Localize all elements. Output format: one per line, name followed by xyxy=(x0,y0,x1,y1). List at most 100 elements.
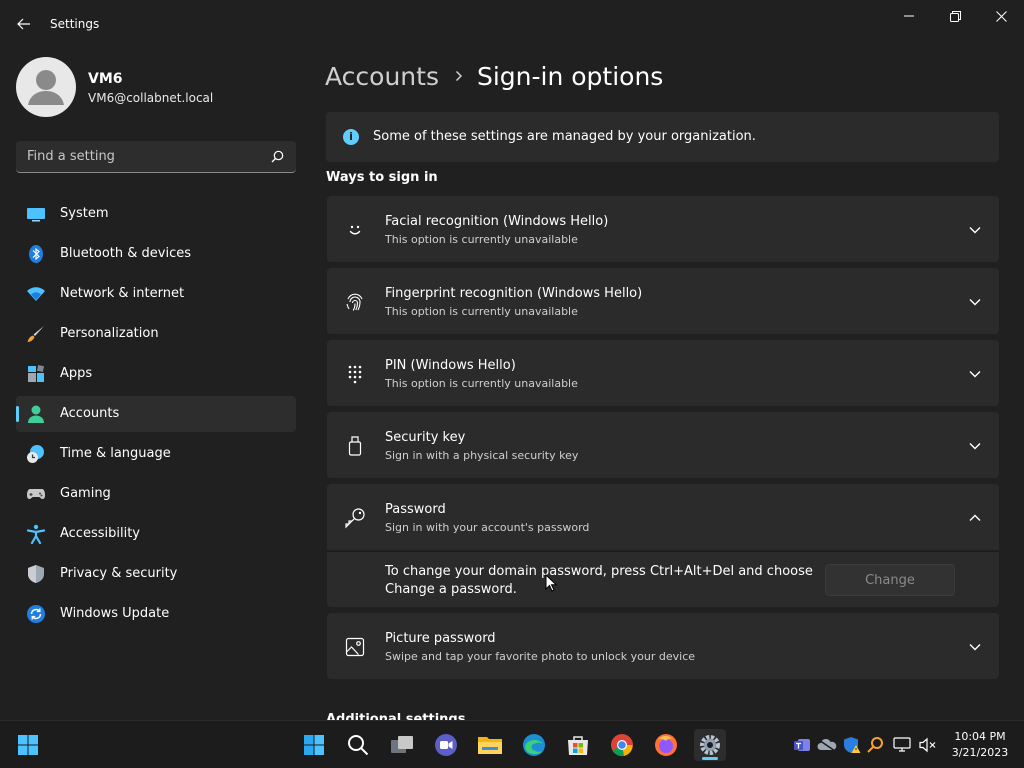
sidebar-item-time-language[interactable]: Time & language xyxy=(16,436,296,472)
option-title: Picture password xyxy=(385,631,496,646)
sidebar-item-system[interactable]: System xyxy=(16,196,296,232)
back-button[interactable] xyxy=(12,12,36,36)
person-icon xyxy=(28,70,64,105)
taskbar-edge-button[interactable] xyxy=(518,729,550,761)
sidebar-item-windows-update[interactable]: Windows Update xyxy=(16,596,296,632)
organization-info-bar: i Some of these settings are managed by … xyxy=(326,112,999,162)
option-facial-recognition[interactable]: Facial recognition (Windows Hello) This … xyxy=(327,196,999,262)
taskbar-firefox-button[interactable] xyxy=(650,729,682,761)
active-app-indicator xyxy=(702,757,718,760)
taskbar-file-explorer-button[interactable] xyxy=(474,729,506,761)
clock-date: 3/21/2023 xyxy=(951,746,1009,759)
option-picture-password[interactable]: Picture password Swipe and tap your favo… xyxy=(327,613,999,679)
update-icon xyxy=(27,605,45,623)
sidebar-item-accounts[interactable]: Accounts xyxy=(16,396,296,432)
sidebar-item-personalization[interactable]: Personalization xyxy=(16,316,296,352)
gamepad-icon xyxy=(27,489,45,499)
chevron-down-icon[interactable] xyxy=(967,222,983,238)
tray-volume[interactable] xyxy=(918,735,938,755)
search-input[interactable]: Find a setting xyxy=(16,141,296,173)
sidebar-item-gaming[interactable]: Gaming xyxy=(16,476,296,512)
sidebar-item-network[interactable]: Network & internet xyxy=(16,276,296,312)
sidebar-item-label: Gaming xyxy=(60,486,111,501)
chevron-down-icon[interactable] xyxy=(967,438,983,454)
onedrive-icon xyxy=(817,738,837,752)
settings-icon xyxy=(700,735,720,755)
tray-defender[interactable] xyxy=(842,735,862,755)
sidebar-item-bluetooth[interactable]: Bluetooth & devices xyxy=(16,236,296,272)
close-icon xyxy=(995,10,1007,22)
sidebar-item-privacy-security[interactable]: Privacy & security xyxy=(16,556,296,592)
clock-time: 10:04 PM xyxy=(954,730,1006,743)
tray-network[interactable] xyxy=(892,735,912,755)
sidebar-item-label: Network & internet xyxy=(60,286,185,301)
option-fingerprint-recognition[interactable]: Fingerprint recognition (Windows Hello) … xyxy=(327,268,999,334)
taskbar-chat-button[interactable] xyxy=(430,729,462,761)
taskbar-settings-button[interactable] xyxy=(694,729,726,761)
close-button[interactable] xyxy=(978,0,1024,32)
accounts-icon xyxy=(28,405,44,423)
defender-icon xyxy=(844,737,861,753)
sidebar-item-apps[interactable]: Apps xyxy=(16,356,296,392)
sidebar-item-label: Privacy & security xyxy=(60,566,178,581)
tray-search-tool[interactable] xyxy=(865,735,885,755)
minimize-button[interactable] xyxy=(886,0,932,32)
bluetooth-icon xyxy=(29,245,43,263)
teams-chat-icon xyxy=(435,734,457,756)
system-clock[interactable]: 10:04 PM 3/21/2023 xyxy=(946,729,1014,761)
sidebar-item-label: Accessibility xyxy=(60,526,140,541)
key-icon xyxy=(343,506,367,530)
firefox-icon xyxy=(655,734,677,756)
breadcrumb-separator xyxy=(455,70,463,82)
shield-icon xyxy=(28,565,44,583)
sidebar-item-label: Accounts xyxy=(60,406,120,421)
brush-icon xyxy=(27,326,44,342)
search-icon xyxy=(271,150,284,163)
tray-onedrive[interactable] xyxy=(817,735,837,755)
apps-icon xyxy=(28,364,45,382)
sidebar-nav: System Bluetooth & devices Network & int… xyxy=(16,196,296,636)
back-arrow-icon xyxy=(17,18,30,30)
taskbar-chrome-button[interactable] xyxy=(606,729,638,761)
chevron-down-icon[interactable] xyxy=(967,294,983,310)
taskbar-store-button[interactable] xyxy=(562,729,594,761)
tray-teams[interactable] xyxy=(792,735,812,755)
network-icon xyxy=(893,737,911,752)
clock-globe-icon xyxy=(27,445,44,463)
chevron-up-icon[interactable] xyxy=(967,510,983,526)
start-icon xyxy=(18,735,38,755)
chevron-down-icon[interactable] xyxy=(967,639,983,655)
sidebar-item-label: Apps xyxy=(60,366,93,381)
option-subtitle: Sign in with your account's password xyxy=(385,521,590,534)
option-title: Password xyxy=(385,502,446,517)
taskbar-search-button[interactable] xyxy=(342,729,374,761)
sidebar-item-label: Time & language xyxy=(60,446,171,461)
option-subtitle: Swipe and tap your favorite photo to unl… xyxy=(385,650,696,663)
pin-keypad-icon xyxy=(343,362,367,386)
sidebar-item-label: System xyxy=(60,206,109,221)
chevron-down-icon[interactable] xyxy=(967,366,983,382)
taskbar-start-button[interactable] xyxy=(298,729,330,761)
info-icon: i xyxy=(343,129,359,145)
option-pin[interactable]: PIN (Windows Hello) This option is curre… xyxy=(327,340,999,406)
breadcrumb: Accounts Sign-in options xyxy=(325,58,663,94)
breadcrumb-parent-link[interactable]: Accounts xyxy=(325,62,439,91)
maximize-button[interactable] xyxy=(932,0,978,32)
option-title: PIN (Windows Hello) xyxy=(385,358,516,373)
change-password-button[interactable]: Change xyxy=(825,564,955,596)
start-button[interactable] xyxy=(12,729,44,761)
system-icon xyxy=(27,208,45,222)
page-title: Sign-in options xyxy=(476,61,664,91)
info-text: Some of these settings are managed by yo… xyxy=(373,129,756,144)
settings-window: Settings VM6 VM6@collabnet.local Find a … xyxy=(0,0,1024,720)
option-security-key[interactable]: Security key Sign in with a physical sec… xyxy=(327,412,999,478)
option-subtitle: This option is currently unavailable xyxy=(385,305,578,318)
store-icon xyxy=(568,736,588,755)
password-instructions: To change your domain password, press Ct… xyxy=(385,564,813,597)
taskbar-task-view-button[interactable] xyxy=(386,729,418,761)
search-placeholder: Find a setting xyxy=(27,149,115,164)
option-password[interactable]: Password Sign in with your account's pas… xyxy=(327,484,999,550)
accessibility-icon xyxy=(26,524,46,544)
sidebar-item-accessibility[interactable]: Accessibility xyxy=(16,516,296,552)
taskbar: 10:04 PM 3/21/2023 xyxy=(0,720,1024,768)
